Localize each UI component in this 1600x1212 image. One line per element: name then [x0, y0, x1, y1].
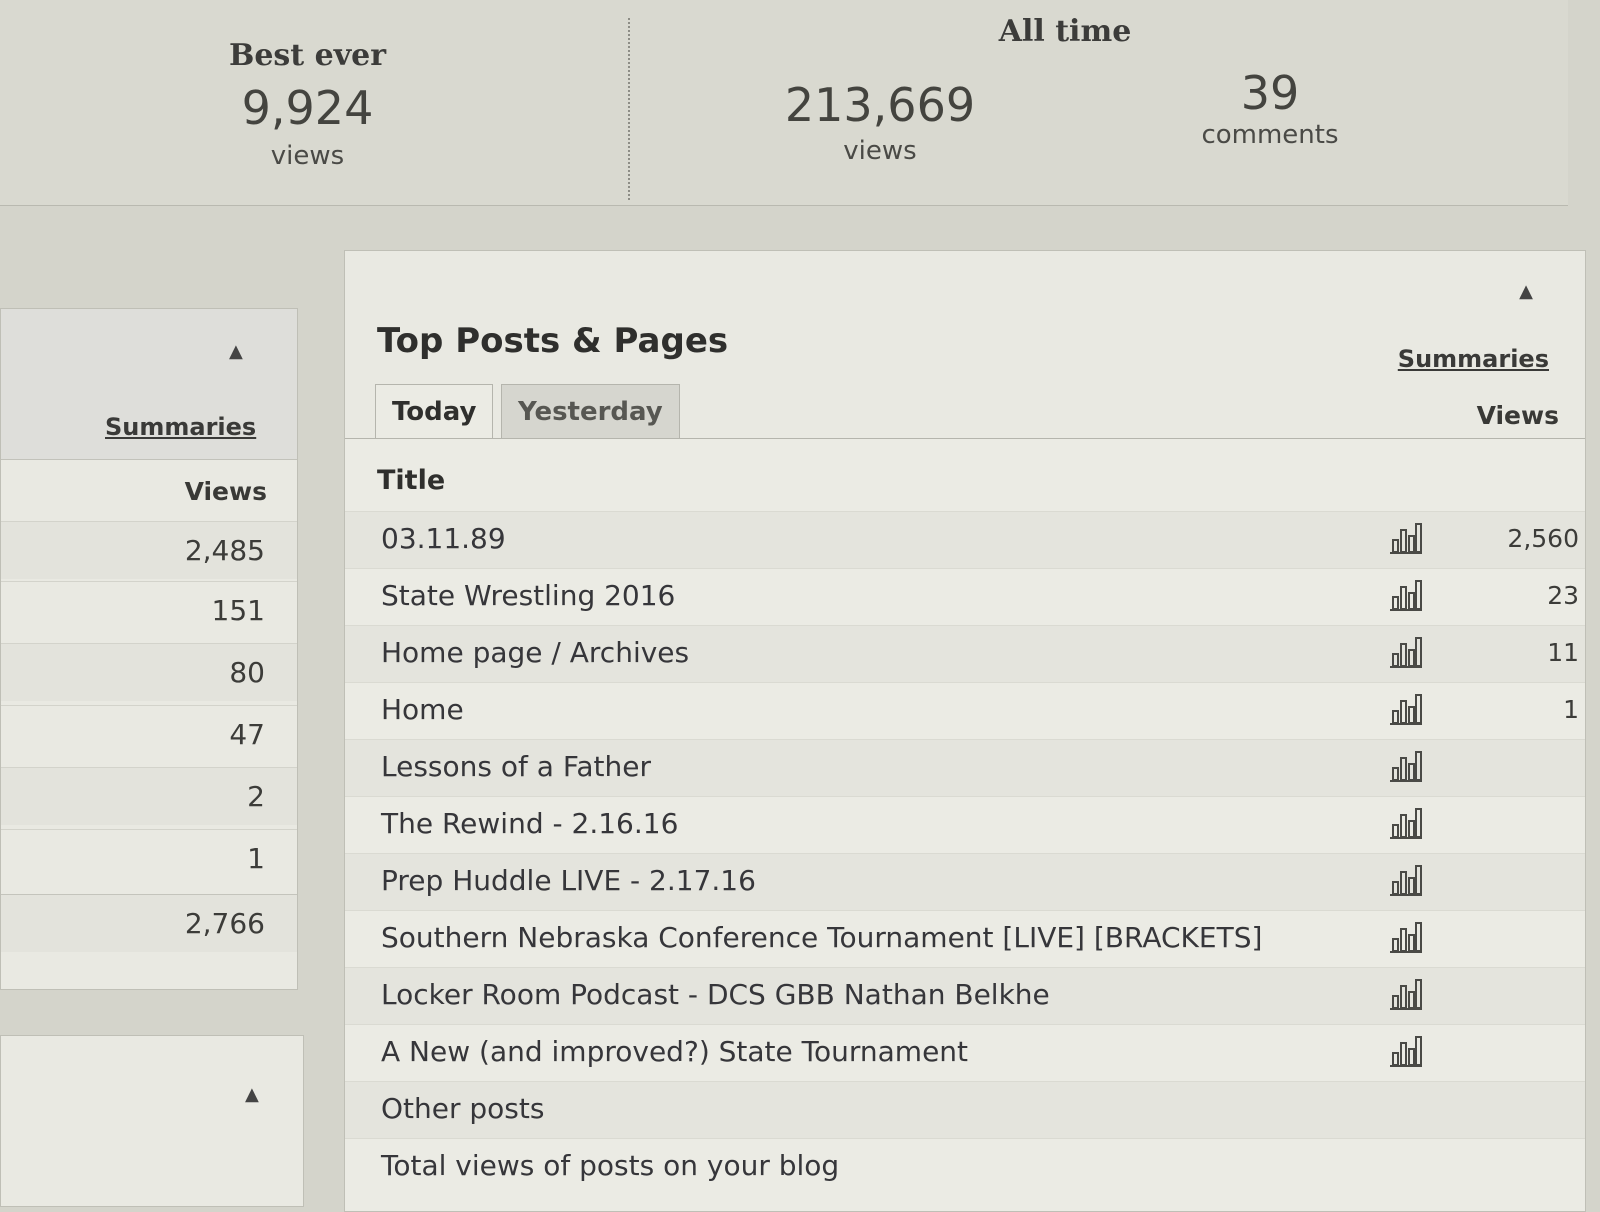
all-time-comments-stat: 39 comments [1180, 66, 1360, 150]
all-time-views-stat: 213,669 views [760, 78, 1000, 166]
stats-band: Best ever 9,924 views All time 213,669 v… [0, 0, 1568, 206]
collapse-arrow-icon[interactable]: ▲ [245, 1084, 259, 1105]
bar-chart-icon[interactable] [1389, 807, 1423, 841]
top-posts-summaries-link[interactable]: Summaries [1398, 345, 1549, 373]
left-bottom-panel: ▲ [0, 1035, 304, 1207]
post-title-link[interactable]: 03.11.89 [381, 522, 506, 555]
post-views-value: 2,560 [1507, 524, 1579, 553]
left-value-row: 47 [1, 705, 297, 763]
post-row[interactable]: Prep Huddle LIVE - 2.17.16 [345, 853, 1585, 910]
tab-yesterday[interactable]: Yesterday [501, 384, 680, 439]
best-ever-unit: views [270, 141, 345, 171]
bar-chart-icon[interactable] [1389, 522, 1423, 556]
bar-chart-icon[interactable] [1389, 1035, 1423, 1069]
post-title-link[interactable]: Locker Room Podcast - DCS GBB Nathan Bel… [381, 978, 1050, 1011]
post-row[interactable]: 03.11.89 2,560 [345, 511, 1585, 568]
left-total-row: 2,766 [1, 894, 297, 952]
left-panel-header: ▲ Summaries [1, 309, 297, 460]
bar-chart-icon[interactable] [1389, 921, 1423, 955]
collapse-arrow-icon[interactable]: ▲ [1519, 281, 1533, 302]
post-views-value: 11 [1547, 638, 1579, 667]
best-ever-stat: Best ever 9,924 views [200, 38, 415, 171]
top-posts-table: Title 03.11.89 2,560 State Wrestling 2016 2… [345, 438, 1585, 1211]
left-value-row: 1 [1, 829, 297, 887]
bar-chart-icon[interactable] [1389, 864, 1423, 898]
left-views-header: Views [184, 477, 267, 506]
post-title-link[interactable]: Prep Huddle LIVE - 2.17.16 [381, 864, 756, 897]
all-time-comments-unit: comments [1201, 120, 1339, 150]
top-posts-panel: ▲ Top Posts & Pages Summaries Today Yest… [344, 250, 1586, 1212]
post-row[interactable]: Locker Room Podcast - DCS GBB Nathan Bel… [345, 967, 1585, 1024]
post-row[interactable]: The Rewind - 2.16.16 [345, 796, 1585, 853]
post-row[interactable]: Total views of posts on your blog [345, 1138, 1585, 1195]
post-title-link[interactable]: Home [381, 693, 464, 726]
views-column-header: Views [1476, 401, 1559, 430]
bar-chart-icon[interactable] [1389, 579, 1423, 613]
post-views-value: 1 [1563, 695, 1579, 724]
all-time-title: All time [998, 14, 1132, 49]
bar-chart-icon[interactable] [1389, 693, 1423, 727]
collapse-arrow-icon[interactable]: ▲ [229, 341, 243, 362]
post-row[interactable]: Lessons of a Father [345, 739, 1585, 796]
post-row[interactable]: Home 1 [345, 682, 1585, 739]
left-value-row: 2 [1, 767, 297, 825]
left-value-row: 2,485 [1, 521, 297, 579]
all-time-comments-number: 39 [1240, 66, 1300, 120]
post-title-link[interactable]: Home page / Archives [381, 636, 689, 669]
post-row[interactable]: A New (and improved?) State Tournament [345, 1024, 1585, 1081]
post-row[interactable]: Home page / Archives 11 [345, 625, 1585, 682]
top-posts-title: Top Posts & Pages [377, 321, 729, 361]
left-value-row: 151 [1, 581, 297, 639]
post-title-link[interactable]: Southern Nebraska Conference Tournament … [381, 921, 1262, 954]
best-ever-title: Best ever [228, 38, 387, 73]
left-value-row: 80 [1, 643, 297, 701]
post-title-link[interactable]: Lessons of a Father [381, 750, 651, 783]
post-title-link[interactable]: The Rewind - 2.16.16 [381, 807, 678, 840]
post-title-link[interactable]: State Wrestling 2016 [381, 579, 675, 612]
post-row[interactable]: Southern Nebraska Conference Tournament … [345, 910, 1585, 967]
post-row[interactable]: Other posts [345, 1081, 1585, 1138]
all-time-views-number: 213,669 [784, 78, 976, 132]
post-row[interactable]: State Wrestling 2016 23 [345, 568, 1585, 625]
all-time-views-unit: views [843, 136, 917, 166]
post-title-link[interactable]: Total views of posts on your blog [381, 1149, 839, 1182]
post-title-link[interactable]: A New (and improved?) State Tournament [381, 1035, 968, 1068]
title-column-header: Title [377, 465, 446, 496]
stats-divider [628, 18, 630, 200]
post-title-link[interactable]: Other posts [381, 1092, 544, 1125]
bar-chart-icon[interactable] [1389, 750, 1423, 784]
left-stats-panel: ▲ Summaries Views 2,485 151 80 47 2 1 2,… [0, 308, 298, 990]
tab-today[interactable]: Today [375, 384, 494, 439]
post-views-value: 23 [1547, 581, 1579, 610]
bar-chart-icon[interactable] [1389, 978, 1423, 1012]
left-summaries-link[interactable]: Summaries [105, 413, 256, 441]
bar-chart-icon[interactable] [1389, 636, 1423, 670]
best-ever-number: 9,924 [241, 81, 374, 135]
